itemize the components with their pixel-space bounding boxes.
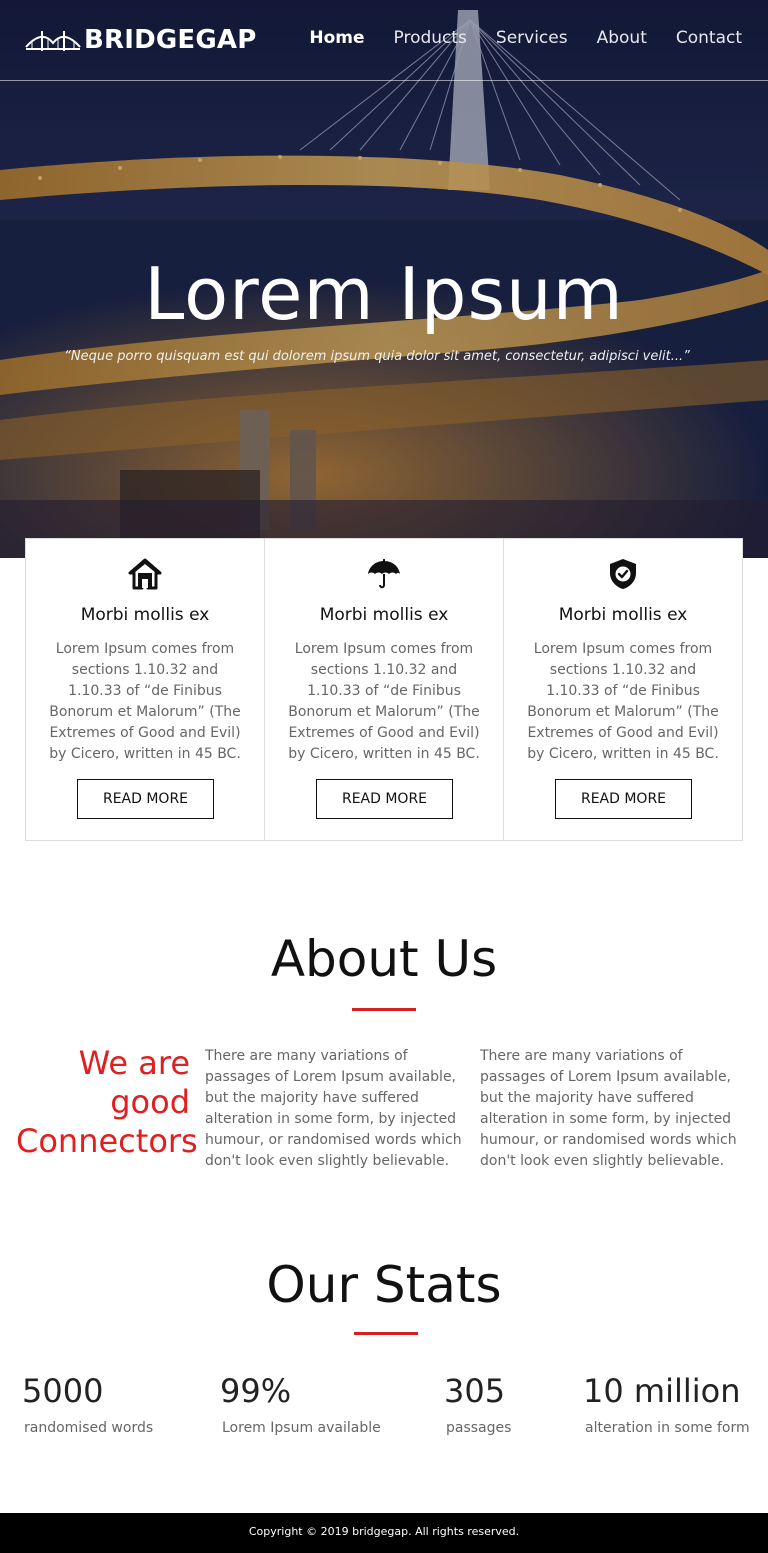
hero-quote: “Neque porro quisquam est qui dolorem ip… [64,349,690,364]
features-panel: Morbi mollis ex Lorem Ipsum comes from s… [25,538,743,841]
hero-section: BRIDGEGAP Home Products Services About C… [0,0,768,558]
nav-home[interactable]: Home [309,28,364,48]
feature-card: Morbi mollis ex Lorem Ipsum comes from s… [265,539,504,840]
feature-text: Lorem Ipsum comes from sections 1.10.32 … [288,641,480,762]
stat-item: 5000 randomised words [22,1372,153,1436]
shield-check-icon [610,559,636,589]
brand-name: BRIDGEGAP [84,25,257,55]
stat-item: 10 million alteration in some form [583,1372,750,1436]
read-more-button[interactable]: READ MORE [316,779,453,819]
main-nav: Home Products Services About Contact [280,28,742,48]
nav-services[interactable]: Services [496,28,568,48]
stat-value: 305 [444,1372,506,1410]
nav-products[interactable]: Products [394,28,467,48]
stat-label: Lorem Ipsum available [222,1420,381,1436]
nav-about[interactable]: About [597,28,647,48]
stat-value: 10 million [583,1372,741,1410]
stat-value: 99% [220,1372,292,1410]
read-more-button[interactable]: READ MORE [77,779,214,819]
stat-label: alteration in some form [585,1420,750,1436]
navbar: BRIDGEGAP Home Products Services About C… [0,0,768,81]
feature-title: Morbi mollis ex [319,605,449,625]
bridge-icon [25,31,81,51]
home-icon [128,558,162,590]
feature-card: Morbi mollis ex Lorem Ipsum comes from s… [504,539,742,840]
feature-title: Morbi mollis ex [80,605,210,625]
stat-value: 5000 [22,1372,104,1410]
about-divider [352,1008,416,1011]
stat-label: randomised words [24,1420,154,1436]
stats-divider [354,1332,418,1335]
feature-title: Morbi mollis ex [558,605,688,625]
stat-item: 99% Lorem Ipsum available [220,1372,381,1436]
about-title: About Us [270,930,498,988]
copyright-text: Copyright © 2019 bridgegap. All rights r… [248,1525,520,1538]
hero-title: Lorem Ipsum [144,252,624,336]
umbrella-icon [368,559,400,589]
stat-item: 305 passages [444,1372,511,1436]
about-lead: We are good Connectors [16,1044,198,1160]
stats-title: Our Stats [266,1256,502,1314]
about-column: There are many variations of passages of… [205,1048,462,1169]
read-more-button[interactable]: READ MORE [555,779,692,819]
feature-text: Lorem Ipsum comes from sections 1.10.32 … [49,641,241,762]
feature-text: Lorem Ipsum comes from sections 1.10.32 … [527,641,719,762]
about-column: There are many variations of passages of… [480,1048,737,1169]
stat-label: passages [446,1420,512,1436]
footer: Copyright © 2019 bridgegap. All rights r… [0,1513,768,1553]
brand[interactable]: BRIDGEGAP [24,22,257,58]
feature-card: Morbi mollis ex Lorem Ipsum comes from s… [26,539,265,840]
nav-contact[interactable]: Contact [676,28,742,48]
